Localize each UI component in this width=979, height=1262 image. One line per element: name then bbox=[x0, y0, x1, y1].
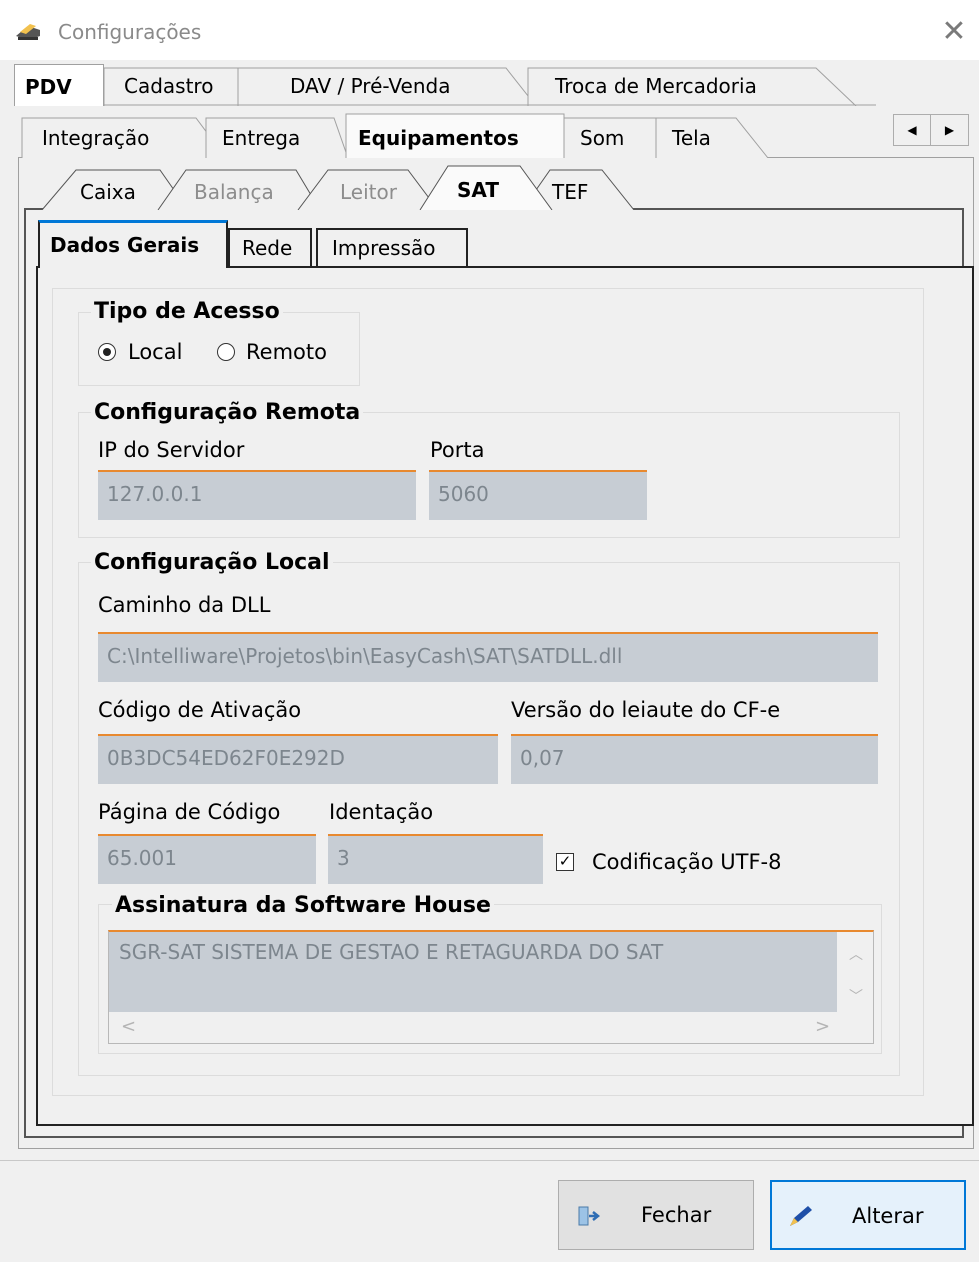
scroll-left-icon[interactable]: ◀ bbox=[894, 115, 931, 145]
tab-rede[interactable]: Rede bbox=[228, 228, 312, 268]
scroll-right-icon[interactable]: > bbox=[815, 1016, 830, 1037]
identacao-label: Identação bbox=[329, 800, 434, 824]
tab-impressao[interactable]: Impressão bbox=[316, 228, 468, 268]
ativacao-field[interactable]: 0B3DC54ED62F0E292D bbox=[98, 734, 498, 784]
radio-local-label: Local bbox=[128, 340, 183, 364]
dll-label: Caminho da DLL bbox=[98, 593, 271, 617]
config-local-title: Configuração Local bbox=[91, 550, 333, 575]
scroll-down-icon[interactable]: ﹀ bbox=[849, 986, 863, 1006]
dll-path-field[interactable]: C:\Intelliware\Projetos\bin\EasyCash\SAT… bbox=[98, 632, 878, 682]
tab-tela[interactable]: Tela bbox=[672, 126, 711, 150]
tipo-acesso-title: Tipo de Acesso bbox=[91, 299, 283, 324]
tab-scroller: ◀ ▶ bbox=[893, 114, 969, 146]
pagina-label: Página de Código bbox=[98, 800, 281, 824]
exit-door-icon bbox=[578, 1206, 601, 1226]
tab-dav[interactable]: DAV / Pré-Venda bbox=[290, 74, 451, 98]
close-icon[interactable]: ✕ bbox=[934, 12, 974, 52]
tab-entrega[interactable]: Entrega bbox=[222, 126, 300, 150]
tab-caixa[interactable]: Caixa bbox=[80, 180, 136, 204]
alterar-label: Alterar bbox=[852, 1204, 924, 1228]
versao-label: Versão do leiaute do CF-e bbox=[511, 698, 781, 722]
fechar-button[interactable]: Fechar bbox=[558, 1180, 754, 1250]
radio-remoto[interactable] bbox=[217, 343, 235, 361]
assinatura-title: Assinatura da Software House bbox=[112, 893, 494, 918]
pen-edit-icon bbox=[790, 1206, 812, 1226]
bottom-divider bbox=[0, 1160, 979, 1161]
versao-field[interactable]: 0,07 bbox=[511, 734, 878, 784]
ip-field[interactable]: 127.0.0.1 bbox=[98, 470, 416, 520]
tab-integracao[interactable]: Integração bbox=[42, 126, 149, 150]
utf8-checkbox[interactable]: ✓ bbox=[556, 853, 574, 871]
tab-som[interactable]: Som bbox=[580, 126, 624, 150]
pagina-field[interactable]: 65.001 bbox=[98, 834, 316, 884]
identacao-field[interactable]: 3 bbox=[328, 834, 543, 884]
tab-label: PDV bbox=[25, 75, 72, 99]
tab-label: Rede bbox=[242, 236, 293, 260]
tab-equipamentos[interactable]: Equipamentos bbox=[358, 126, 519, 150]
scroll-left-icon[interactable]: < bbox=[121, 1016, 136, 1037]
utf8-label: Codificação UTF-8 bbox=[592, 850, 782, 874]
porta-field[interactable]: 5060 bbox=[429, 470, 647, 520]
tab-label: Impressão bbox=[332, 236, 436, 260]
fechar-label: Fechar bbox=[641, 1203, 712, 1227]
config-remota-title: Configuração Remota bbox=[91, 400, 364, 425]
tab-balanca[interactable]: Balança bbox=[194, 180, 274, 204]
scroll-up-icon[interactable]: ︿ bbox=[849, 944, 863, 964]
tab-pdv[interactable]: PDV bbox=[14, 64, 104, 106]
radio-local[interactable] bbox=[98, 343, 116, 361]
assinatura-text: SGR-SAT SISTEMA DE GESTAO E RETAGUARDA D… bbox=[119, 940, 664, 964]
tab-troca[interactable]: Troca de Mercadoria bbox=[555, 74, 757, 98]
tab-dados-gerais[interactable]: Dados Gerais bbox=[38, 220, 228, 268]
tab-tef[interactable]: TEF bbox=[552, 180, 588, 204]
alterar-button[interactable]: Alterar bbox=[770, 1180, 966, 1250]
tab-sat[interactable]: SAT bbox=[457, 178, 499, 202]
radio-remoto-label: Remoto bbox=[246, 340, 327, 364]
ativacao-label: Código de Ativação bbox=[98, 698, 302, 722]
ip-label: IP do Servidor bbox=[98, 438, 245, 462]
tab-label: Dados Gerais bbox=[50, 233, 200, 257]
tab-cadastro[interactable]: Cadastro bbox=[124, 74, 213, 98]
scroll-right-icon[interactable]: ▶ bbox=[931, 115, 968, 145]
tab-leitor[interactable]: Leitor bbox=[340, 180, 397, 204]
window-title: Configurações bbox=[58, 20, 202, 44]
assinatura-memo[interactable]: SGR-SAT SISTEMA DE GESTAO E RETAGUARDA D… bbox=[108, 930, 874, 1044]
app-icon bbox=[16, 24, 40, 40]
porta-label: Porta bbox=[430, 438, 485, 462]
